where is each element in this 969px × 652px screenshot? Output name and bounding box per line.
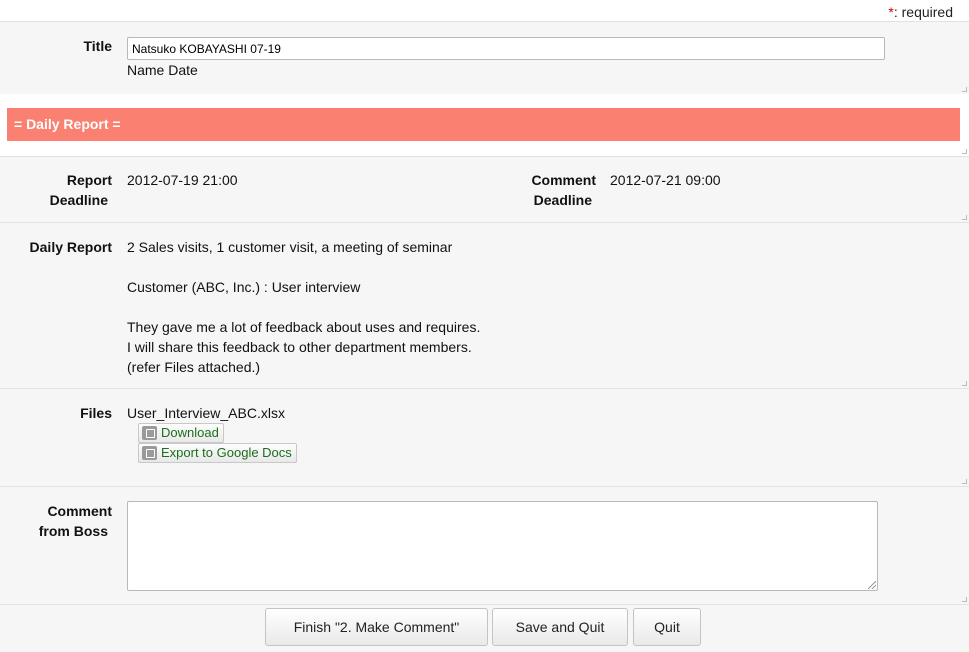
daily-report-heading: = Daily Report = bbox=[7, 108, 960, 141]
comment-label-line2: from Boss bbox=[38, 523, 108, 539]
report-deadline-value: 2012-07-19 21:00 bbox=[127, 172, 238, 188]
export-google-docs-button[interactable]: Export to Google Docs bbox=[138, 443, 297, 463]
report-line: Customer (ABC, Inc.) : User interview bbox=[127, 279, 361, 295]
daily-report-text: 2 Sales visits, 1 customer visit, a meet… bbox=[127, 237, 480, 377]
daily-report-row: Daily Report 2 Sales visits, 1 customer … bbox=[0, 222, 969, 388]
title-row: Title Name Date bbox=[0, 21, 969, 94]
report-deadline-label-line1: Report bbox=[66, 172, 112, 188]
quit-button[interactable]: Quit bbox=[633, 608, 701, 646]
resize-grip-icon[interactable] bbox=[868, 581, 876, 589]
comment-deadline-label-line1: Comment bbox=[531, 172, 596, 188]
title-hint: Name Date bbox=[127, 62, 198, 78]
report-line: 2 Sales visits, 1 customer visit, a meet… bbox=[127, 239, 453, 255]
comment-label: Comment from Boss bbox=[0, 501, 112, 541]
report-line: (refer Files attached.) bbox=[127, 359, 261, 375]
download-icon bbox=[142, 426, 157, 440]
report-line: They gave me a lot of feedback about use… bbox=[127, 319, 481, 335]
files-label: Files bbox=[80, 405, 112, 421]
comment-deadline-label: Comment Deadline bbox=[480, 170, 596, 210]
export-icon bbox=[142, 446, 157, 460]
finish-make-comment-button[interactable]: Finish "2. Make Comment" bbox=[265, 608, 488, 646]
comment-row: Comment from Boss bbox=[0, 486, 969, 604]
download-label: Download bbox=[161, 425, 219, 440]
export-label: Export to Google Docs bbox=[161, 445, 292, 460]
required-text: : required bbox=[893, 4, 953, 20]
deadlines-row: Report Deadline 2012-07-19 21:00 Comment… bbox=[0, 156, 969, 222]
comment-deadline-label-line2: Deadline bbox=[533, 192, 592, 208]
report-deadline-label-line2: Deadline bbox=[49, 192, 108, 208]
files-row: Files User_Interview_ABC.xlsx Download E… bbox=[0, 388, 969, 486]
report-deadline-label: Report Deadline bbox=[0, 170, 112, 210]
report-line: I will share this feedback to other depa… bbox=[127, 339, 472, 355]
required-note: *: required bbox=[888, 4, 953, 20]
action-bar: Finish "2. Make Comment" Save and Quit Q… bbox=[0, 604, 969, 652]
file-name: User_Interview_ABC.xlsx bbox=[127, 405, 285, 421]
download-button[interactable]: Download bbox=[138, 423, 224, 443]
title-label: Title bbox=[83, 38, 112, 54]
daily-report-label: Daily Report bbox=[29, 239, 112, 255]
daily-report-form: *: required Title Name Date = Daily Repo… bbox=[0, 0, 969, 652]
comment-deadline-value: 2012-07-21 09:00 bbox=[610, 172, 721, 188]
boss-comment-textarea[interactable] bbox=[127, 501, 878, 591]
save-and-quit-button[interactable]: Save and Quit bbox=[492, 608, 628, 646]
comment-label-line1: Comment bbox=[47, 503, 112, 519]
title-input[interactable] bbox=[127, 37, 885, 60]
